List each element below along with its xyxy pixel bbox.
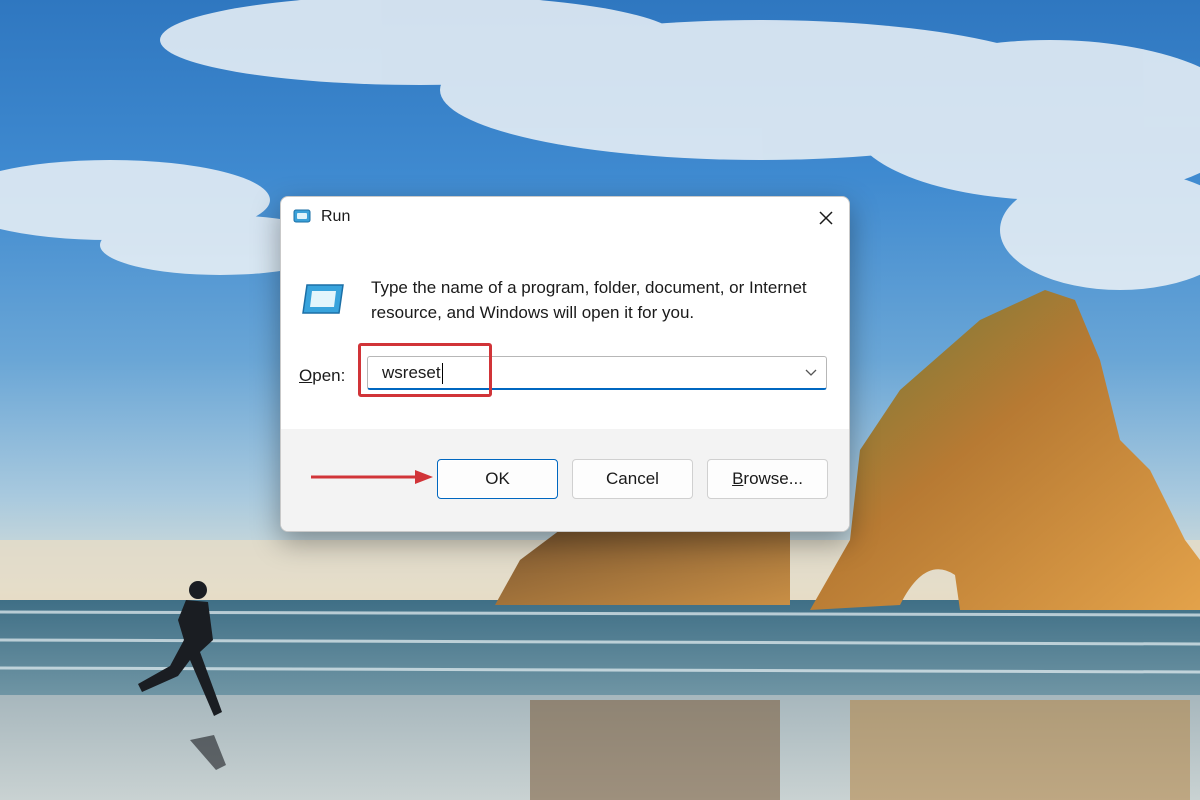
dialog-footer: OK Cancel Browse... [281,429,849,531]
close-icon [819,211,833,225]
open-label: Open: [299,366,345,386]
run-dialog: Run Type the name of a program, folder, … [280,196,850,532]
dialog-title: Run [321,208,351,225]
run-app-icon [302,284,344,314]
dialog-description: Type the name of a program, folder, docu… [371,278,807,322]
browse-label: rowse... [743,469,803,488]
browse-button[interactable]: Browse... [707,459,828,499]
arrow-annotation-icon [311,470,433,484]
chevron-down-icon[interactable] [804,367,818,379]
open-label-accelerator: O [299,366,313,385]
browse-accelerator: B [732,469,744,488]
highlight-box [358,343,492,397]
cancel-button[interactable]: Cancel [572,459,693,499]
title-bar[interactable]: Run [281,197,849,239]
open-label-text: pen: [312,366,346,385]
close-button[interactable] [811,203,841,233]
ok-button[interactable]: OK [437,459,558,499]
arch-rock [810,290,1200,610]
run-app-icon [293,209,311,223]
